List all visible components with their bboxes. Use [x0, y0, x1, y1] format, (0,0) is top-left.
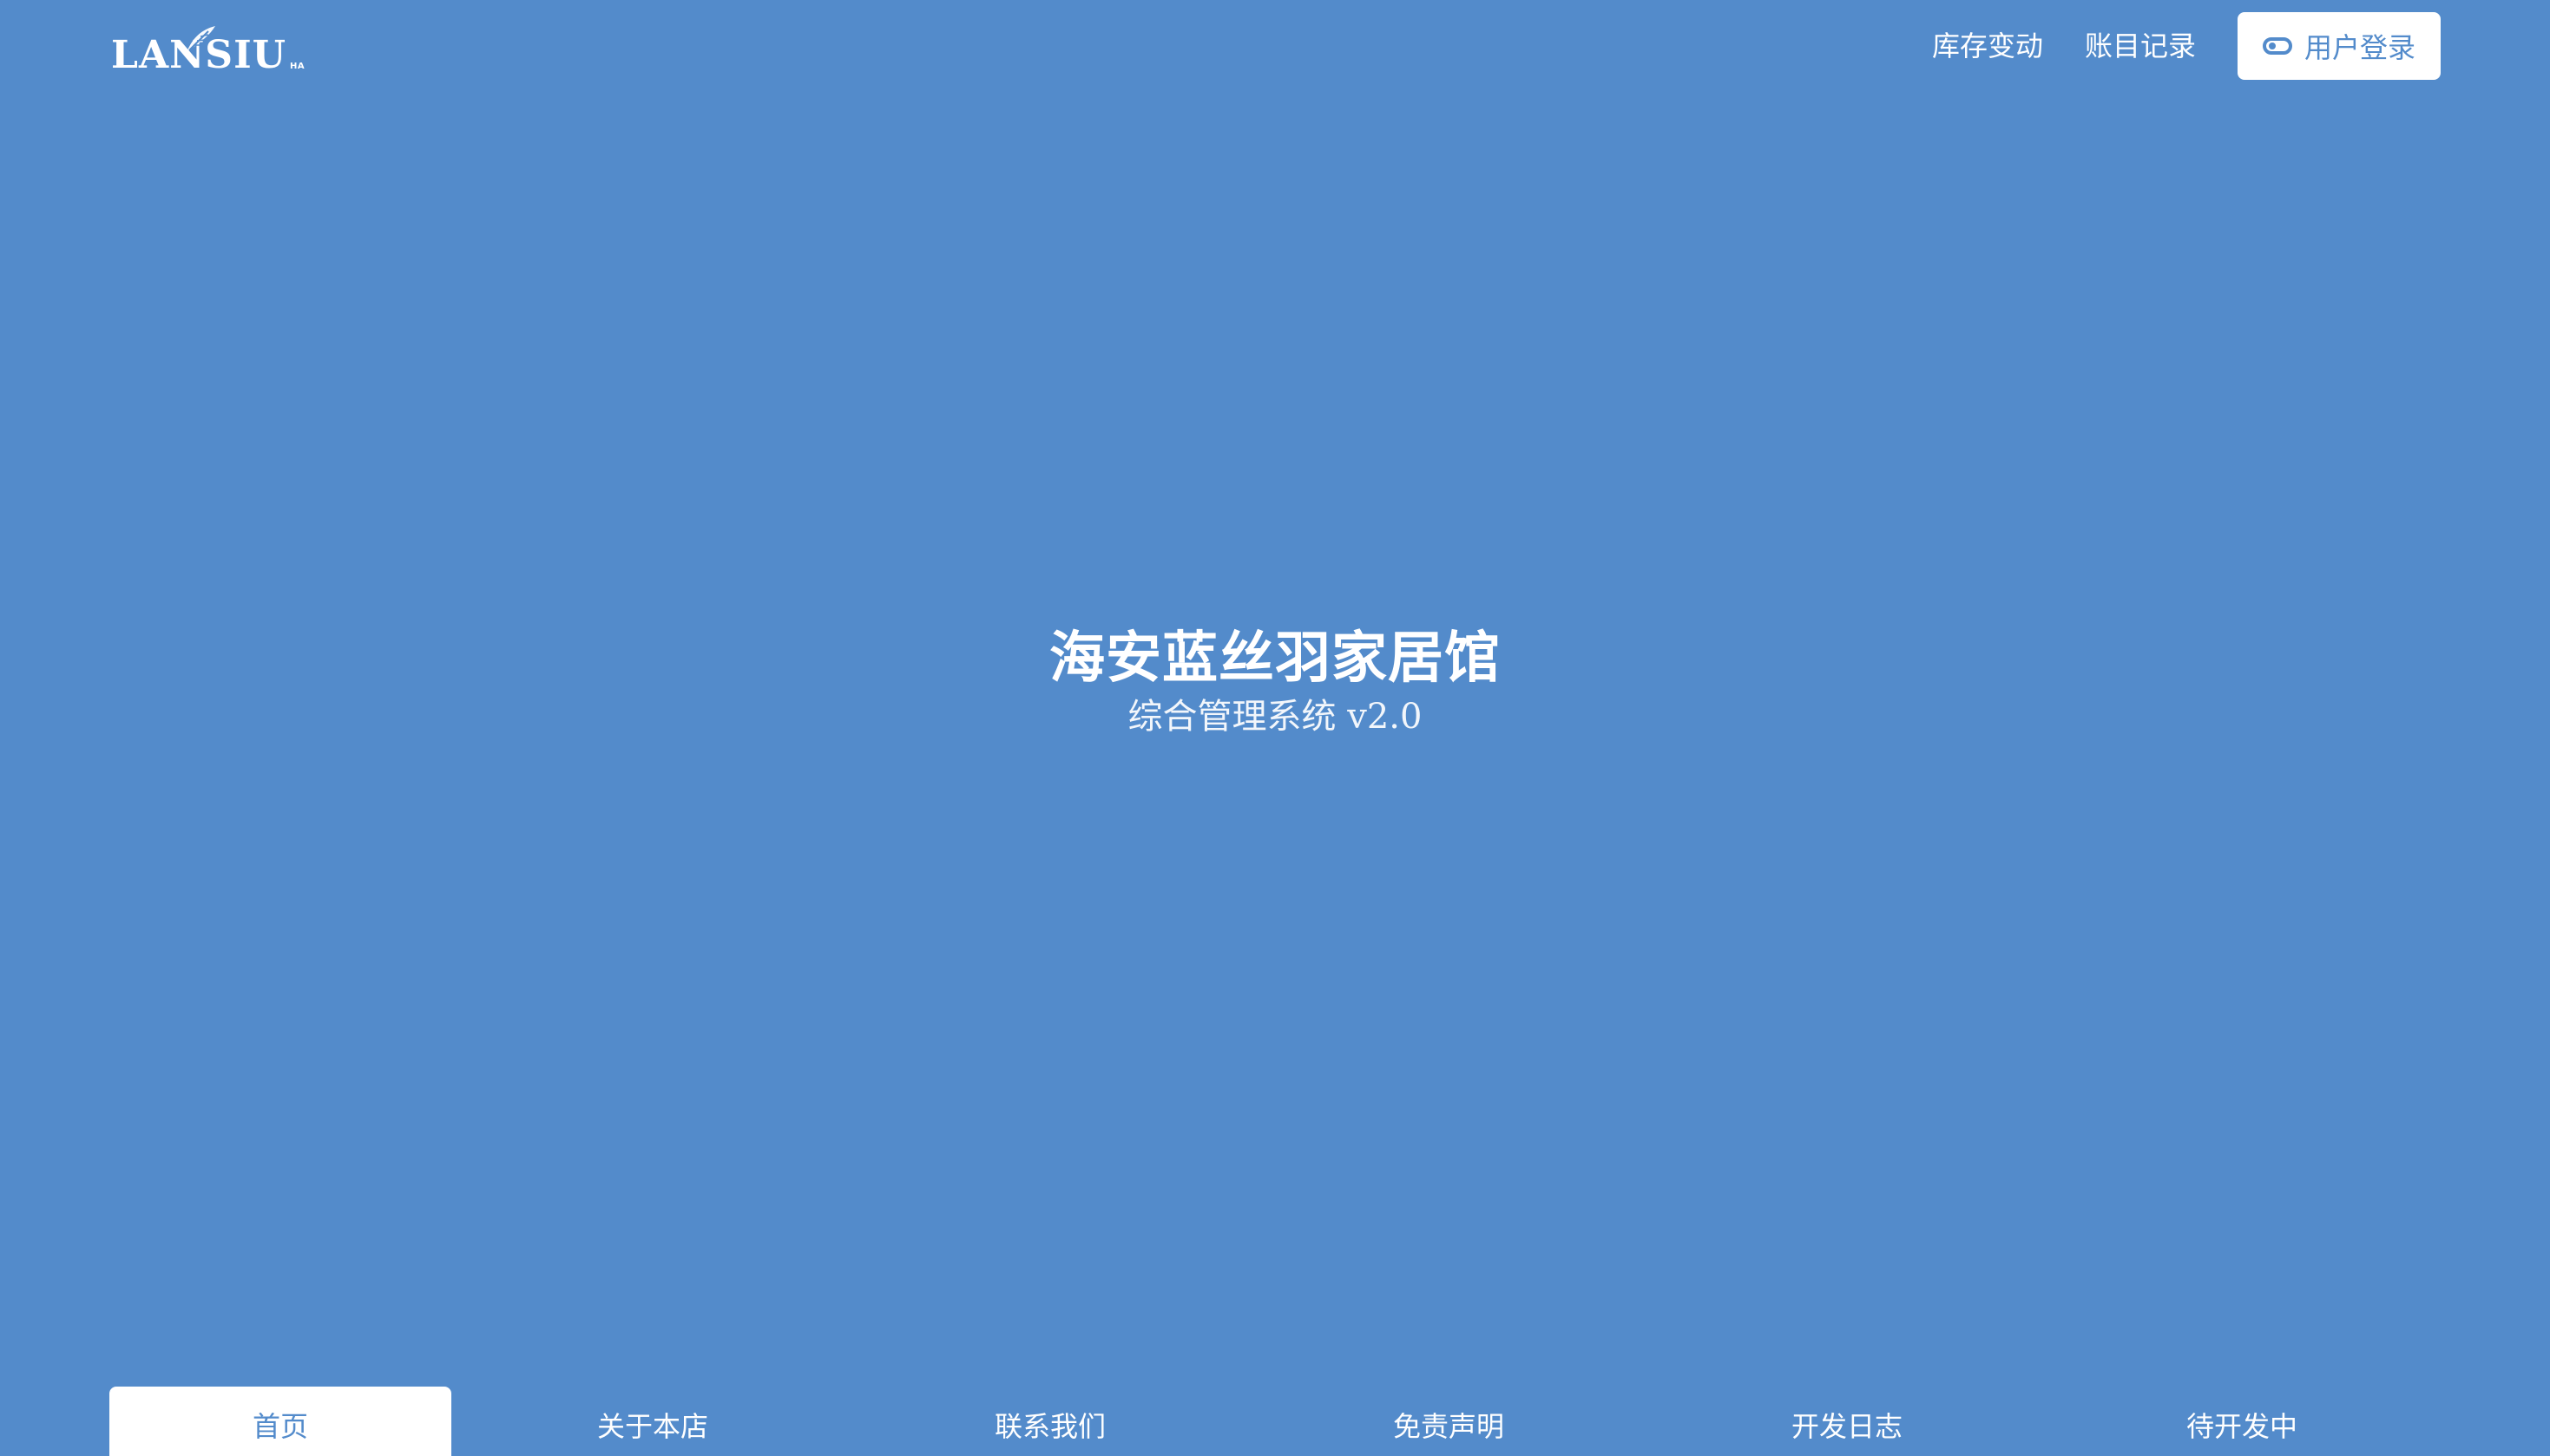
logo-subtext: HA	[290, 62, 306, 71]
tab-disclaimer[interactable]: 免责声明	[1246, 1387, 1651, 1456]
account-records-link[interactable]: 账目记录	[2085, 32, 2196, 60]
top-navigation: 库存变动 账目记录 用户登录	[1932, 12, 2441, 80]
tab-home[interactable]: 首页	[109, 1387, 451, 1456]
inventory-change-link[interactable]: 库存变动	[1932, 32, 2043, 60]
tab-contact-us[interactable]: 联系我们	[854, 1387, 1246, 1456]
site-logo[interactable]: LANSIU HA	[111, 23, 305, 75]
user-login-label: 用户登录	[2304, 31, 2415, 64]
tab-in-development[interactable]: 待开发中	[2043, 1387, 2441, 1456]
hero-title: 海安蓝丝羽家居馆	[1049, 626, 1501, 691]
toggle-icon	[2262, 37, 2292, 55]
hero-section: 海安蓝丝羽家居馆 综合管理系统 v2.0	[0, 626, 2550, 738]
hero-subtitle: 综合管理系统 v2.0	[1127, 697, 1423, 738]
user-login-button[interactable]: 用户登录	[2238, 12, 2441, 80]
feather-icon	[187, 26, 215, 51]
home-page: LANSIU HA 库存变动 账目记录 用户登录 海安蓝丝羽家居馆 综合管理系统…	[0, 0, 2550, 1456]
tab-dev-log[interactable]: 开发日志	[1651, 1387, 2043, 1456]
bottom-tabs: 首页 关于本店 联系我们 免责声明 开发日志 待开发中	[109, 1387, 2441, 1456]
tab-about-store[interactable]: 关于本店	[451, 1387, 854, 1456]
